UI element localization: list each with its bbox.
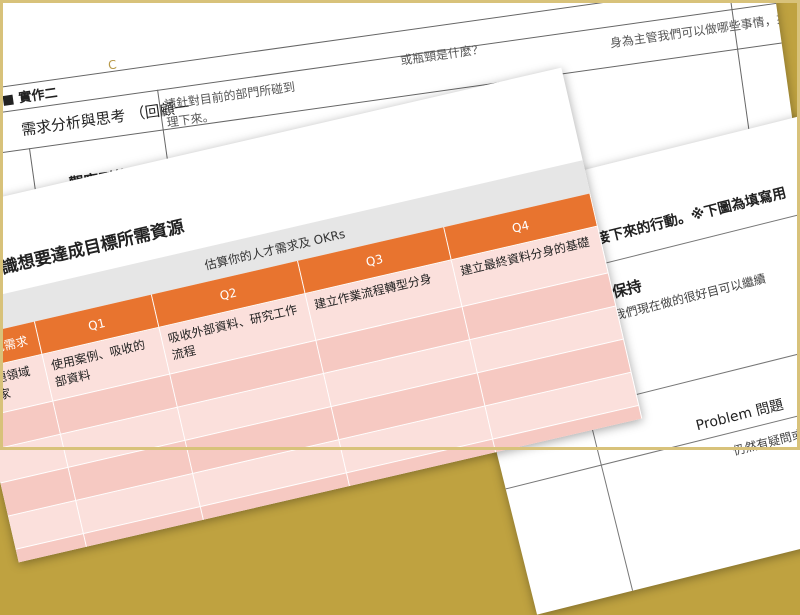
instruction-text: 請針對目前的部門所碰到 xyxy=(163,79,296,113)
question-fragment: 或瓶頸是什麼？ xyxy=(399,42,485,68)
